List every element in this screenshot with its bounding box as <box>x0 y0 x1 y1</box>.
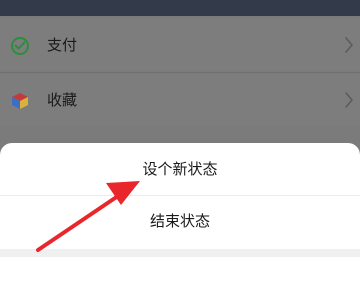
chevron-right-icon <box>345 92 353 108</box>
sheet-gap <box>0 249 360 257</box>
menu-item-pay[interactable]: 支付 <box>0 19 360 71</box>
chevron-right-icon <box>345 37 353 53</box>
menu-item-favorites[interactable]: 收藏 <box>0 74 360 126</box>
set-new-status-option[interactable]: 设个新状态 <box>0 143 360 195</box>
menu-divider <box>0 72 360 73</box>
header-strip <box>0 0 360 16</box>
end-status-option[interactable]: 结束状态 <box>0 195 360 247</box>
menu-item-favorites-label: 收藏 <box>47 91 78 109</box>
action-sheet: 设个新状态 结束状态 <box>0 143 360 287</box>
cube-icon <box>12 93 28 109</box>
cancel-option[interactable] <box>0 257 360 287</box>
wechat-pay-icon <box>11 37 29 55</box>
menu-item-pay-label: 支付 <box>47 36 78 54</box>
